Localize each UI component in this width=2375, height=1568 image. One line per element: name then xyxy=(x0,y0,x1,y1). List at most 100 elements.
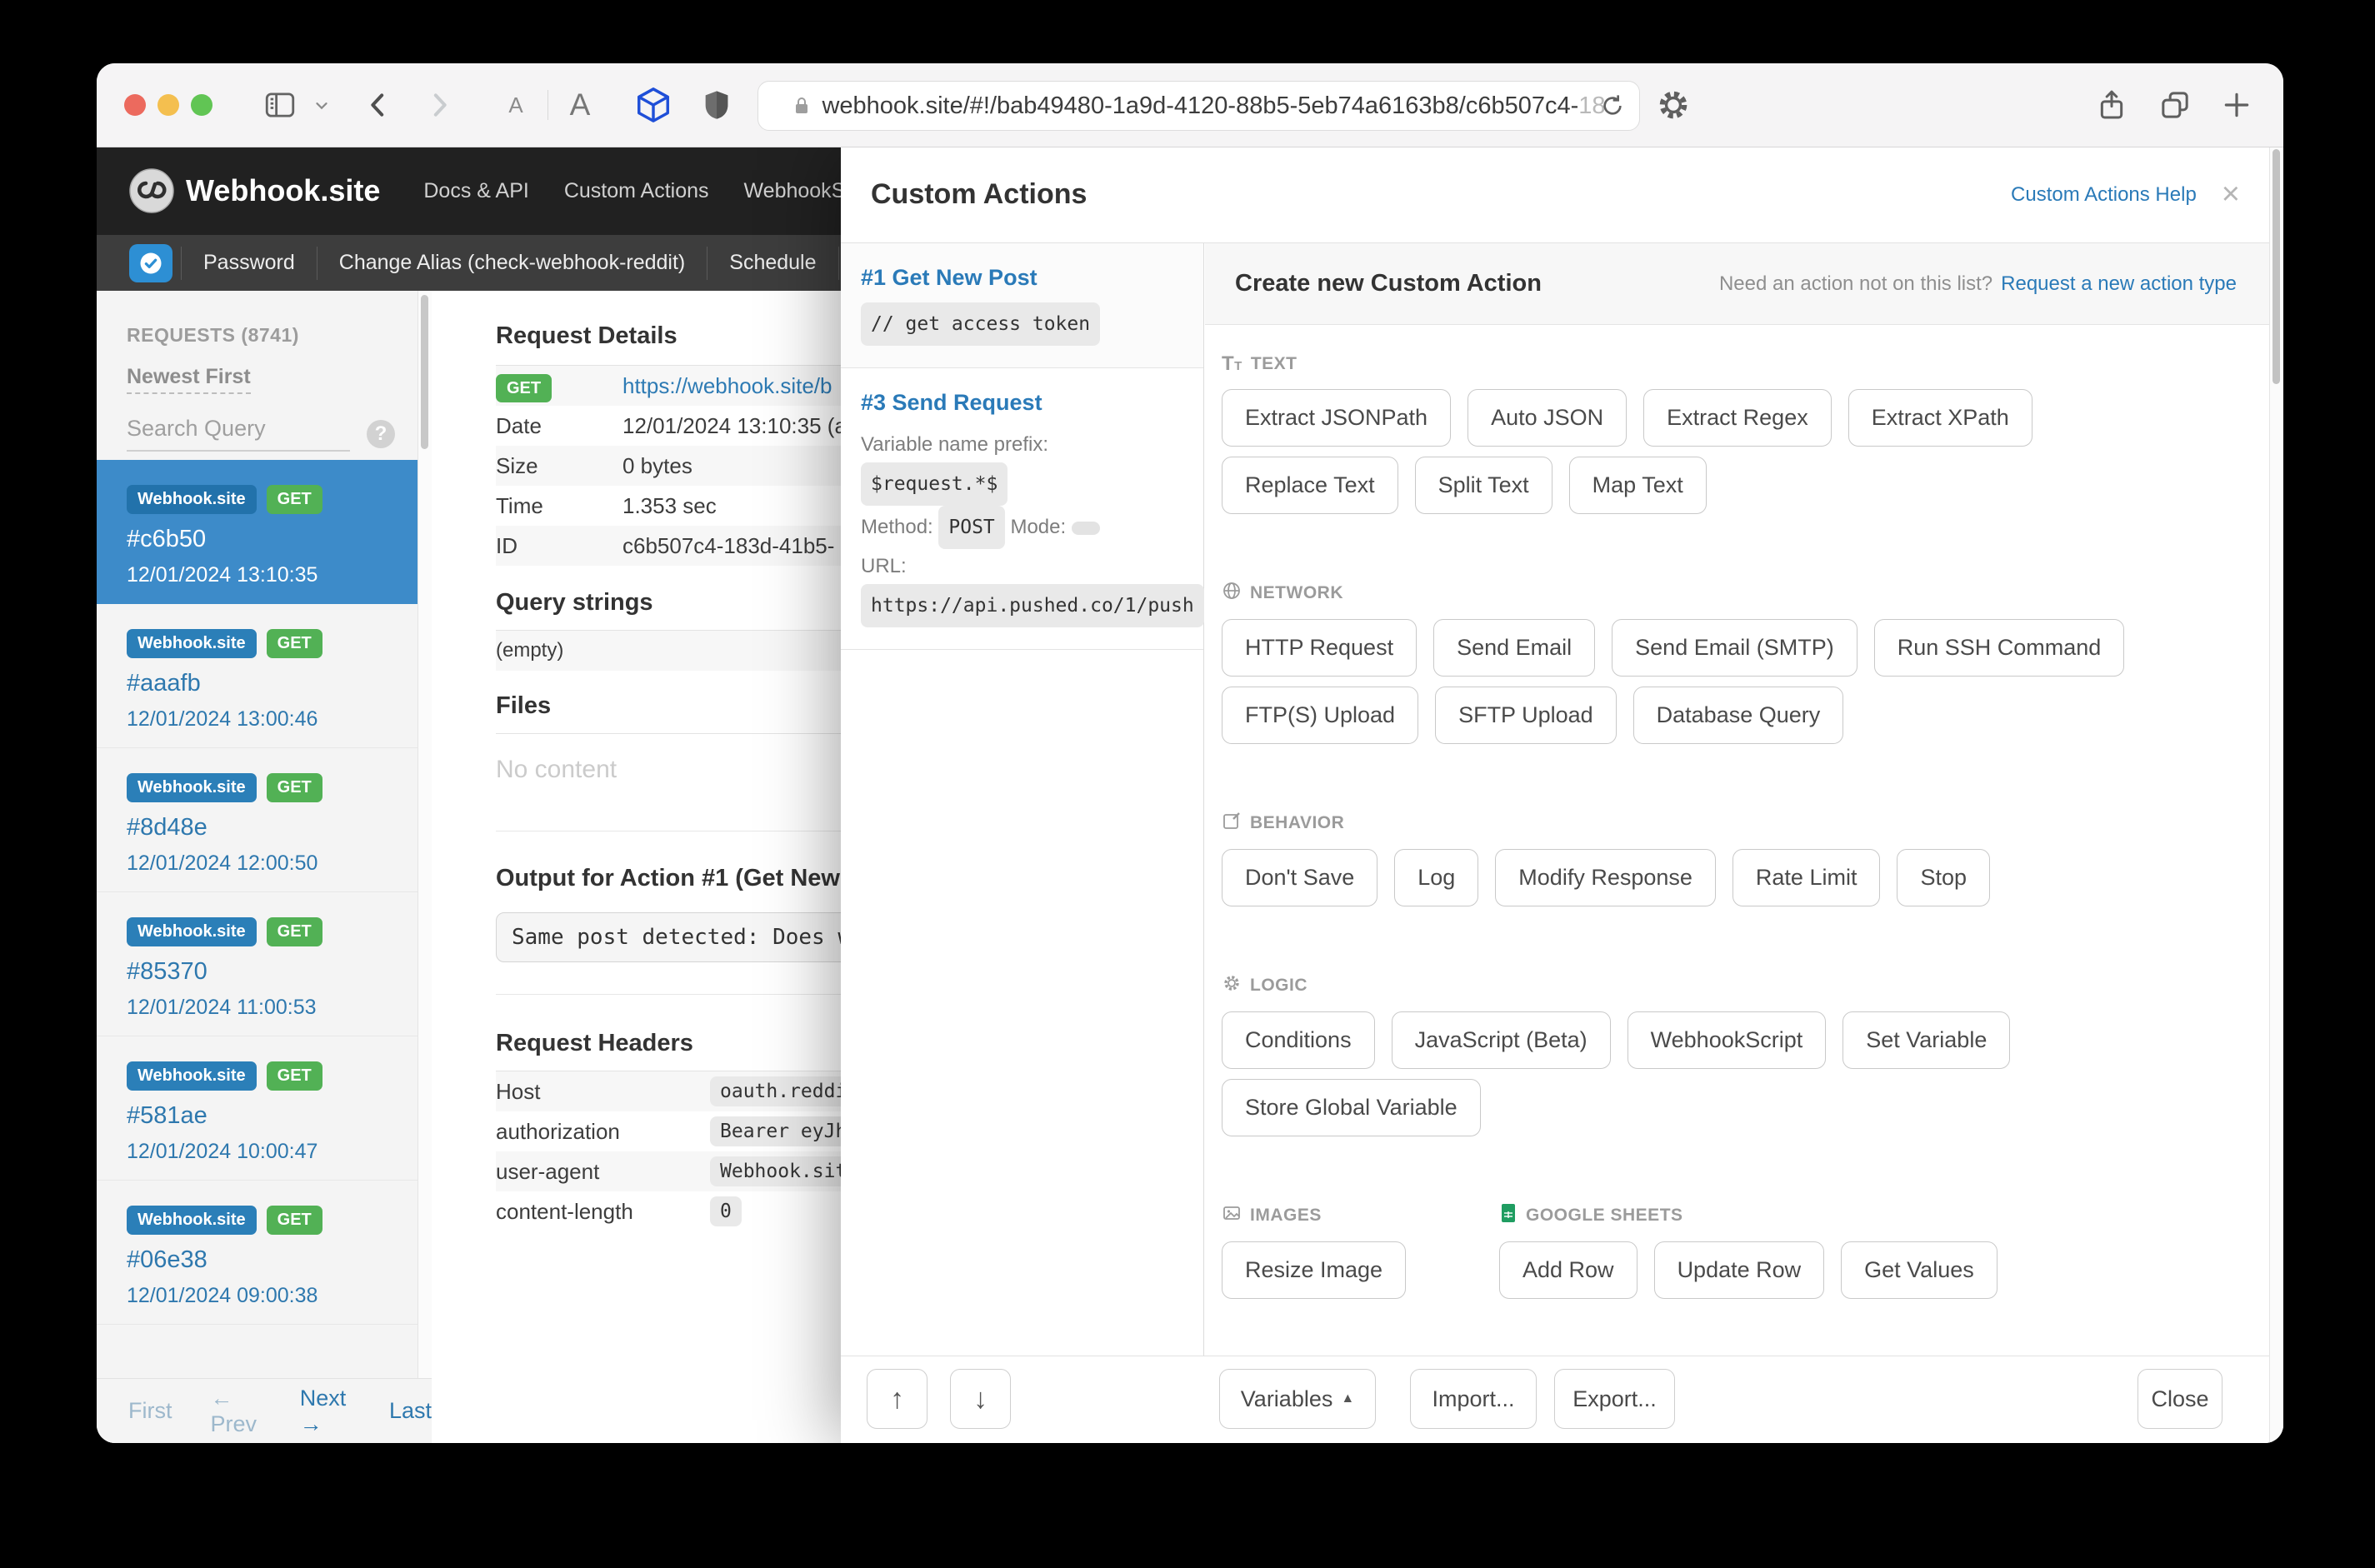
app-badge: Webhook.site xyxy=(127,629,257,658)
request-list-item[interactable]: Webhook.site GET #06e38 12/01/2024 09:00:38 xyxy=(97,1181,432,1325)
request-action-link[interactable]: Request a new action type xyxy=(2001,272,2237,296)
query-strings-empty: (empty) xyxy=(496,639,564,662)
back-icon[interactable] xyxy=(355,63,402,147)
section-label: BEHAVIOR xyxy=(1222,811,2270,836)
pagination-last[interactable]: Last xyxy=(389,1398,432,1424)
action-type-button[interactable]: Modify Response xyxy=(1495,849,1716,906)
action-type-button[interactable]: FTP(S) Upload xyxy=(1222,687,1419,744)
action-type-button[interactable]: Update Row xyxy=(1653,1241,1825,1299)
tab-overview-icon[interactable] xyxy=(2152,63,2198,147)
action-type-button[interactable]: Extract JSONPath xyxy=(1222,389,1452,447)
action-type-button[interactable]: Rate Limit xyxy=(1732,849,1881,906)
pagination-first[interactable]: First xyxy=(128,1398,172,1424)
action-type-button[interactable]: JavaScript (Beta) xyxy=(1391,1011,1611,1069)
gear-icon xyxy=(1222,973,1242,998)
request-list-item[interactable]: Webhook.site GET #c6b50 12/01/2024 13:10:35 xyxy=(97,460,432,604)
request-list-item[interactable]: Webhook.site GET #85370 12/01/2024 11:00:53 xyxy=(97,892,432,1036)
url-text: webhook.site/#!/bab49480-1a9d-4120-88b5-… xyxy=(822,92,1579,119)
section-label: TT TEXT xyxy=(1222,352,1298,375)
modal-footer: ↑ ↓ Variables ▲ Import... Export... Close xyxy=(841,1356,2283,1443)
decrease-text-size-icon[interactable]: A xyxy=(495,63,537,147)
action-item[interactable]: #3 Send Request Variable name prefix: $r… xyxy=(841,368,1204,650)
sidebar-scrollbar[interactable] xyxy=(418,291,432,1443)
request-id: #581ae xyxy=(127,1102,208,1129)
action-type-button[interactable]: Extract XPath xyxy=(1848,389,2032,447)
subnav-schedule[interactable]: Schedule xyxy=(708,251,838,275)
custom-actions-modal: Custom Actions Custom Actions Help × #1 … xyxy=(841,147,2283,1443)
subnav-change-alias[interactable]: Change Alias (check-webhook-reddit) xyxy=(318,251,708,275)
maximize-window-button[interactable] xyxy=(191,94,212,116)
action-type-button[interactable]: Set Variable xyxy=(1842,1011,2011,1069)
request-id: #85370 xyxy=(127,958,208,985)
new-tab-icon[interactable] xyxy=(2213,63,2260,147)
search-help-icon[interactable]: ? xyxy=(367,419,395,448)
action-item[interactable]: #1 Get New Post // get access token xyxy=(841,243,1203,368)
prefix-chip: $request.*$ xyxy=(861,462,1008,506)
globe-icon xyxy=(1222,581,1242,606)
action-type-button[interactable]: Stop xyxy=(1897,849,1990,906)
verified-check-button[interactable] xyxy=(129,243,172,282)
nav-link-docs-api[interactable]: Docs & API xyxy=(423,179,528,203)
action-name[interactable]: #1 Get New Post xyxy=(861,265,1183,291)
search-input[interactable]: Search Query xyxy=(127,416,350,452)
nav-link-custom-actions[interactable]: Custom Actions xyxy=(564,179,709,203)
action-type-button[interactable]: Don't Save xyxy=(1222,849,1378,906)
pagination-next[interactable]: Next → xyxy=(300,1386,351,1437)
brand-name[interactable]: Webhook.site xyxy=(186,173,380,208)
action-type-button[interactable]: Get Values xyxy=(1841,1241,1998,1299)
forward-icon[interactable] xyxy=(416,63,462,147)
extension-cube-icon[interactable] xyxy=(628,63,678,147)
action-type-button[interactable]: Auto JSON xyxy=(1468,389,1628,447)
import-button[interactable]: Import... xyxy=(1410,1369,1537,1429)
action-type-button[interactable]: Send Email xyxy=(1433,619,1596,677)
action-type-button[interactable]: Send Email (SMTP) xyxy=(1612,619,1858,677)
increase-text-size-icon[interactable]: A xyxy=(557,63,603,147)
request-action-hint: Need an action not on this list? xyxy=(1718,272,1993,295)
request-list-item[interactable]: Webhook.site GET #581ae 12/01/2024 10:00:47 xyxy=(97,1036,432,1181)
move-up-button[interactable]: ↑ xyxy=(867,1369,928,1429)
action-code-chip: // get access token xyxy=(861,302,1101,346)
export-button[interactable]: Export... xyxy=(1554,1369,1675,1429)
variables-button[interactable]: Variables ▲ xyxy=(1219,1369,1376,1429)
requests-sidebar: REQUESTS (8741) Newest First Search Quer… xyxy=(97,291,432,1443)
custom-actions-help-link[interactable]: Custom Actions Help xyxy=(2011,183,2197,207)
close-icon[interactable]: × xyxy=(2222,177,2240,212)
action-type-button[interactable]: Log xyxy=(1394,849,1479,906)
settings-gear-icon[interactable] xyxy=(1648,63,1698,147)
action-type-button[interactable]: Run SSH Command xyxy=(1873,619,2125,677)
webhook-logo-icon[interactable] xyxy=(129,168,174,213)
action-type-button[interactable]: Split Text xyxy=(1414,457,1552,514)
action-type-button[interactable]: Replace Text xyxy=(1222,457,1398,514)
request-list: Webhook.site GET #c6b50 12/01/2024 13:10:35… xyxy=(97,460,432,1325)
request-list-item[interactable]: Webhook.site GET #8d48e 12/01/2024 12:00:50 xyxy=(97,748,432,892)
action-type-button[interactable]: Map Text xyxy=(1568,457,1707,514)
action-type-button[interactable]: SFTP Upload xyxy=(1435,687,1617,744)
share-icon[interactable] xyxy=(2088,63,2135,147)
action-name[interactable]: #3 Send Request xyxy=(861,390,1183,416)
action-type-button[interactable]: HTTP Request xyxy=(1222,619,1418,677)
reload-icon[interactable] xyxy=(1599,92,1626,126)
action-type-button[interactable]: Conditions xyxy=(1222,1011,1375,1069)
action-type-button[interactable]: Resize Image xyxy=(1222,1241,1407,1299)
address-bar[interactable]: webhook.site/#!/bab49480-1a9d-4120-88b5-… xyxy=(758,81,1640,131)
sort-dropdown[interactable]: Newest First xyxy=(127,365,251,394)
action-type-button[interactable]: Database Query xyxy=(1632,687,1844,744)
close-button[interactable]: Close xyxy=(2138,1369,2222,1429)
page-scrollbar[interactable] xyxy=(2269,147,2283,1443)
request-list-item[interactable]: Webhook.site GET #aaafb 12/01/2024 13:00:46 xyxy=(97,604,432,748)
requests-count-label: REQUESTS (8741) xyxy=(127,324,299,346)
request-id: #06e38 xyxy=(127,1246,208,1273)
pagination-prev[interactable]: ← Prev xyxy=(210,1386,261,1437)
sidebar-toggle-icon[interactable] xyxy=(257,63,303,147)
subnav-password[interactable]: Password xyxy=(182,251,317,275)
close-window-button[interactable] xyxy=(124,94,146,116)
action-type-button[interactable]: Store Global Variable xyxy=(1222,1079,1481,1136)
shield-icon[interactable] xyxy=(692,63,742,147)
move-down-button[interactable]: ↓ xyxy=(950,1369,1011,1429)
chevron-down-icon[interactable] xyxy=(307,63,337,147)
minimize-window-button[interactable] xyxy=(158,94,179,116)
action-type-button[interactable]: Add Row xyxy=(1499,1241,1638,1299)
action-type-button[interactable]: WebhookScript xyxy=(1627,1011,1827,1069)
action-type-button[interactable]: Extract Regex xyxy=(1643,389,1832,447)
request-url-link[interactable]: https://webhook.site/b xyxy=(622,373,832,399)
